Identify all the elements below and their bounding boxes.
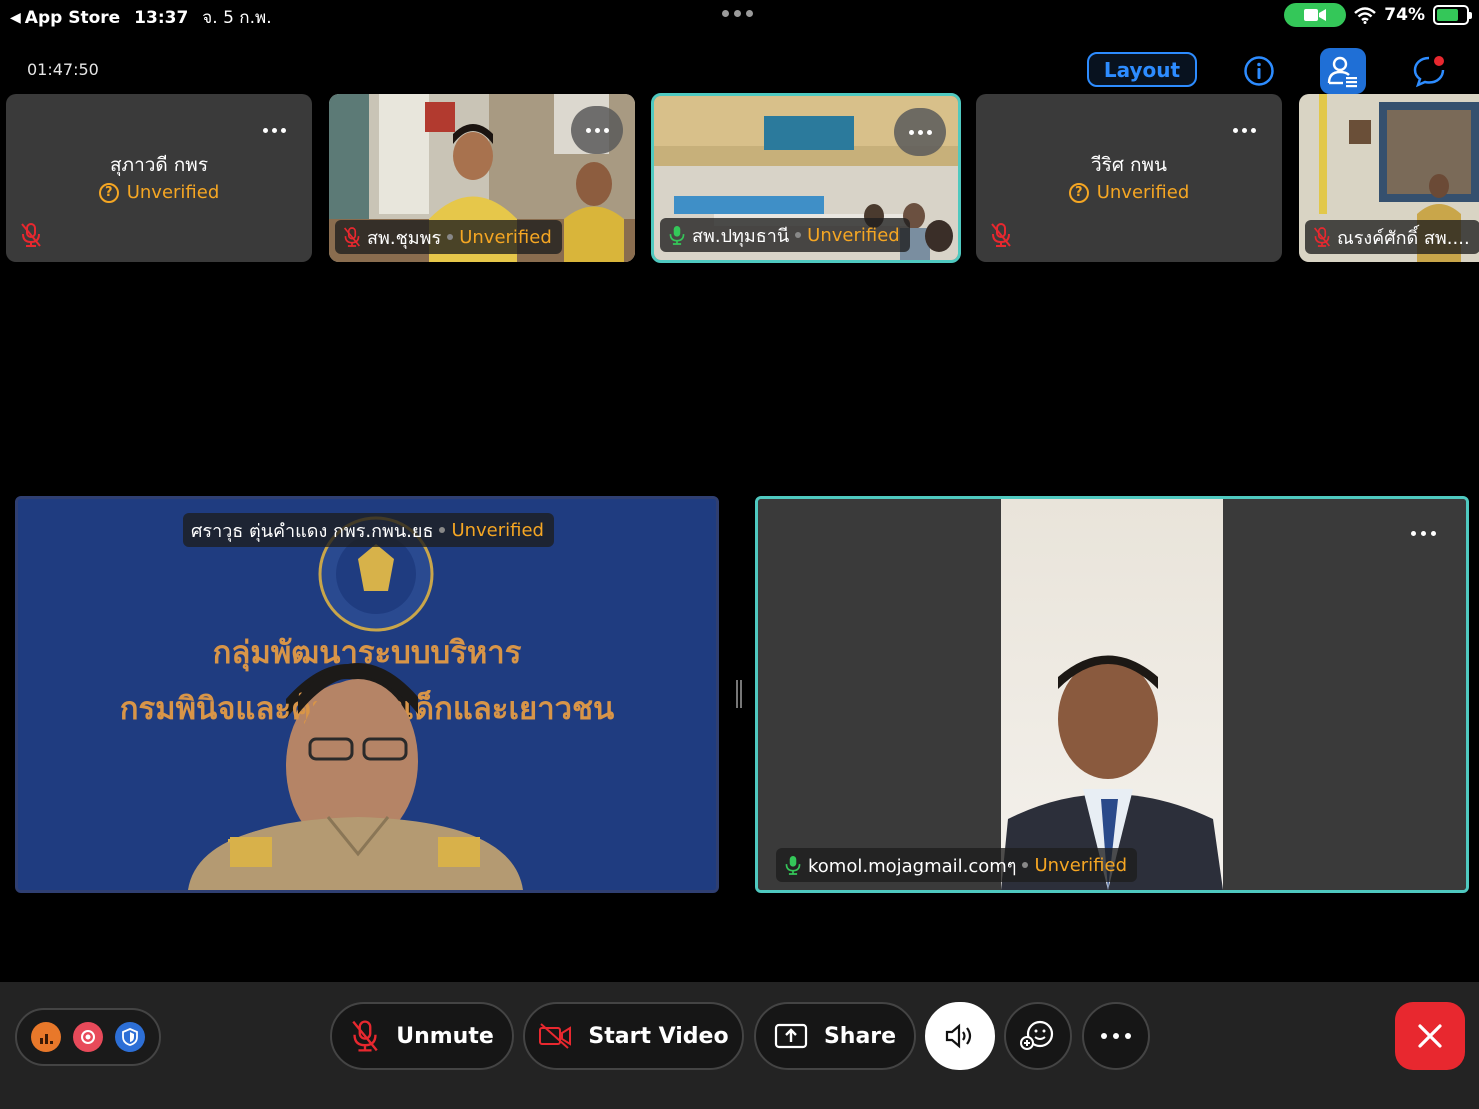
more-options-icon[interactable] — [1411, 531, 1436, 536]
mic-muted-icon — [20, 222, 42, 252]
name-tag: สพ.ปทุมธานี Unverified — [660, 218, 910, 252]
unmute-button[interactable]: Unmute — [330, 1002, 514, 1070]
participant-thumbnail[interactable]: สพ.ชุมพร Unverified — [329, 94, 635, 262]
reactions-button[interactable] — [1004, 1002, 1072, 1070]
info-icon[interactable] — [1236, 48, 1282, 94]
clock: 13:37 — [134, 7, 189, 28]
mic-on-icon — [785, 856, 801, 875]
more-options-icon[interactable] — [1218, 106, 1270, 154]
share-screen-icon — [774, 1023, 808, 1049]
meeting-status-pill[interactable] — [15, 1008, 161, 1066]
status-label: Unverified — [807, 224, 900, 246]
start-video-button[interactable]: Start Video — [523, 1002, 744, 1070]
participant-video — [758, 499, 1466, 890]
share-label: Share — [823, 1023, 897, 1049]
separator-dot — [1022, 862, 1029, 868]
participant-thumbnail[interactable]: ณรงค์ศักดิ์ สพ.... — [1299, 94, 1479, 262]
question-icon: ? — [1068, 182, 1089, 203]
more-options-icon[interactable] — [248, 106, 300, 154]
participant-name: ณรงค์ศักดิ์ สพ.... — [1337, 227, 1470, 249]
more-options-icon[interactable] — [571, 106, 623, 154]
status-label: Unverified — [126, 182, 220, 203]
speaker-icon — [945, 1023, 972, 1049]
camera-in-use-indicator-icon — [1284, 3, 1347, 27]
name-tag: ณรงค์ศักดิ์ สพ.... — [1305, 220, 1479, 254]
participant-name: สพ.ปทุมธานี — [692, 225, 790, 247]
battery-icon — [1433, 5, 1472, 25]
add-reaction-icon — [1020, 1020, 1054, 1050]
verification-status: ? Unverified — [6, 182, 312, 203]
mic-muted-icon — [352, 1020, 378, 1052]
main-video-tile-active-speaker[interactable]: komol.mojagmail.comๆ Unverified — [755, 496, 1469, 893]
participant-thumbnail[interactable]: สุภาวดี กพร ? Unverified — [6, 94, 312, 262]
meeting-toolbar: Unmute Start Video Share — [0, 982, 1479, 1109]
participant-name: วีริศ กพน — [1091, 154, 1167, 176]
speaker-button[interactable] — [925, 1002, 995, 1070]
name-tag: สพ.ชุมพร Unverified — [335, 220, 562, 254]
back-arrow-icon[interactable]: ◀ — [10, 10, 21, 26]
close-icon — [1418, 1024, 1442, 1048]
date: จ. 5 ก.พ. — [202, 8, 272, 28]
status-left[interactable]: ◀ App Store 13:37 จ. 5 ก.พ. — [10, 4, 272, 31]
back-app-label[interactable]: App Store — [25, 8, 120, 28]
participant-thumbnail[interactable]: วีริศ กพน ? Unverified — [976, 94, 1282, 262]
participant-thumbnail-active-speaker[interactable]: สพ.ปทุมธานี Unverified — [651, 93, 961, 263]
layout-button[interactable]: Layout — [1087, 52, 1197, 87]
recording-icon[interactable] — [73, 1022, 103, 1052]
chat-icon[interactable] — [1406, 48, 1452, 94]
status-label: Unverified — [1096, 182, 1190, 203]
status-label: Unverified — [451, 519, 544, 541]
separator-dot — [439, 527, 446, 533]
resize-handle[interactable] — [736, 680, 742, 708]
video-off-icon — [539, 1023, 572, 1049]
share-button[interactable]: Share — [754, 1002, 916, 1070]
participant-name: komol.mojagmail.comๆ — [808, 855, 1017, 877]
name-tag: ศราวุธ ตุ่นคำแดง กพร.กพน.ยธ Unverified — [183, 513, 554, 547]
meeting-timer: 01:47:50 — [27, 60, 99, 79]
question-icon: ? — [98, 182, 119, 203]
mic-muted-icon — [344, 227, 360, 247]
more-button[interactable] — [1082, 1002, 1150, 1070]
verification-status: ? Unverified — [976, 182, 1282, 203]
status-right: 74% — [1284, 3, 1472, 27]
security-shield-icon[interactable] — [115, 1022, 145, 1052]
wifi-icon — [1354, 6, 1377, 24]
status-label: Unverified — [1034, 854, 1128, 876]
mic-muted-icon — [1314, 227, 1330, 247]
more-options-icon[interactable] — [894, 108, 946, 156]
participant-video: กลุ่มพัฒนาระบบบริหาร กรมพินิจและคุ้มครอง… — [18, 499, 716, 890]
separator-dot — [447, 234, 454, 240]
unmute-label: Unmute — [396, 1023, 494, 1049]
name-tag: komol.mojagmail.comๆ Unverified — [776, 848, 1138, 882]
participant-name: ศราวุธ ตุ่นคำแดง กพร.กพน.ยธ — [191, 520, 434, 542]
ios-status-bar: ◀ App Store 13:37 จ. 5 ก.พ. 74% — [0, 0, 1479, 32]
battery-percent: 74% — [1384, 5, 1425, 25]
more-dots-icon — [1101, 1033, 1131, 1039]
mic-on-icon — [669, 226, 685, 245]
multitasking-dots-icon[interactable] — [722, 10, 753, 17]
participant-name: สพ.ชุมพร — [367, 227, 442, 249]
start-video-label: Start Video — [588, 1023, 729, 1049]
separator-dot — [795, 232, 802, 238]
connection-stats-icon[interactable] — [31, 1022, 61, 1052]
status-label: Unverified — [459, 226, 552, 248]
end-meeting-button[interactable] — [1395, 1002, 1465, 1070]
participants-icon[interactable] — [1320, 48, 1366, 94]
mic-muted-icon — [990, 222, 1012, 252]
main-video-tile[interactable]: กลุ่มพัฒนาระบบบริหาร กรมพินิจและคุ้มครอง… — [15, 496, 719, 893]
participant-name: สุภาวดี กพร — [109, 154, 209, 176]
